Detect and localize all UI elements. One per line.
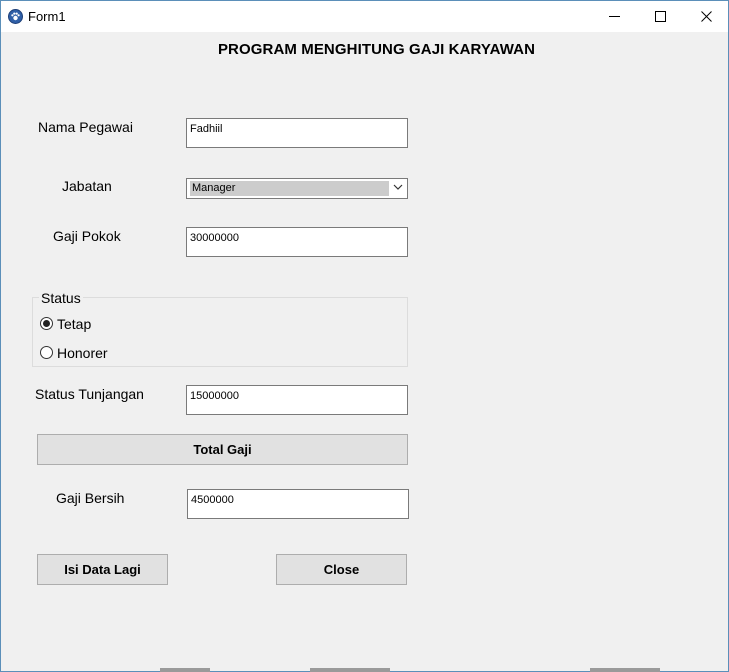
total-gaji-button[interactable]: Total Gaji bbox=[37, 434, 408, 465]
form-window: Form1 PROGRAM MENGHITUNG GAJI KARYAWAN N… bbox=[0, 0, 729, 672]
close-icon bbox=[700, 11, 712, 22]
title-bar[interactable]: Form1 bbox=[1, 1, 728, 32]
close-button[interactable]: Close bbox=[276, 554, 407, 585]
gaji-bersih-label: Gaji Bersih bbox=[56, 490, 125, 506]
maximize-button[interactable] bbox=[637, 1, 683, 32]
jabatan-select[interactable]: Manager bbox=[186, 178, 408, 199]
gaji-pokok-input[interactable]: 30000000 bbox=[186, 227, 408, 257]
app-icon[interactable] bbox=[8, 9, 23, 24]
window-title: Form1 bbox=[28, 9, 66, 24]
form-heading: PROGRAM MENGHITUNG GAJI KARYAWAN bbox=[217, 41, 536, 58]
nama-pegawai-input[interactable]: Fadhiil bbox=[186, 118, 408, 148]
gaji-pokok-label: Gaji Pokok bbox=[53, 228, 121, 244]
jabatan-selected-value: Manager bbox=[190, 181, 389, 196]
maximize-icon bbox=[654, 11, 666, 22]
tetap-label[interactable]: Tetap bbox=[57, 316, 91, 332]
nama-pegawai-label: Nama Pegawai bbox=[38, 119, 133, 135]
isi-data-lagi-button[interactable]: Isi Data Lagi bbox=[37, 554, 168, 585]
chevron-down-icon bbox=[393, 184, 403, 190]
tetap-radio[interactable] bbox=[40, 317, 53, 330]
jabatan-label: Jabatan bbox=[62, 178, 112, 194]
status-tunjangan-label: Status Tunjangan bbox=[35, 386, 144, 402]
honorer-radio[interactable] bbox=[40, 346, 53, 359]
status-tunjangan-input[interactable]: 15000000 bbox=[186, 385, 408, 415]
minimize-icon bbox=[608, 16, 620, 17]
close-window-button[interactable] bbox=[683, 1, 728, 32]
minimize-button[interactable] bbox=[591, 1, 637, 32]
gaji-bersih-input[interactable]: 4500000 bbox=[187, 489, 409, 519]
honorer-label[interactable]: Honorer bbox=[57, 345, 108, 361]
status-group-title: Status bbox=[39, 290, 83, 306]
taskbar-edge bbox=[160, 668, 720, 672]
